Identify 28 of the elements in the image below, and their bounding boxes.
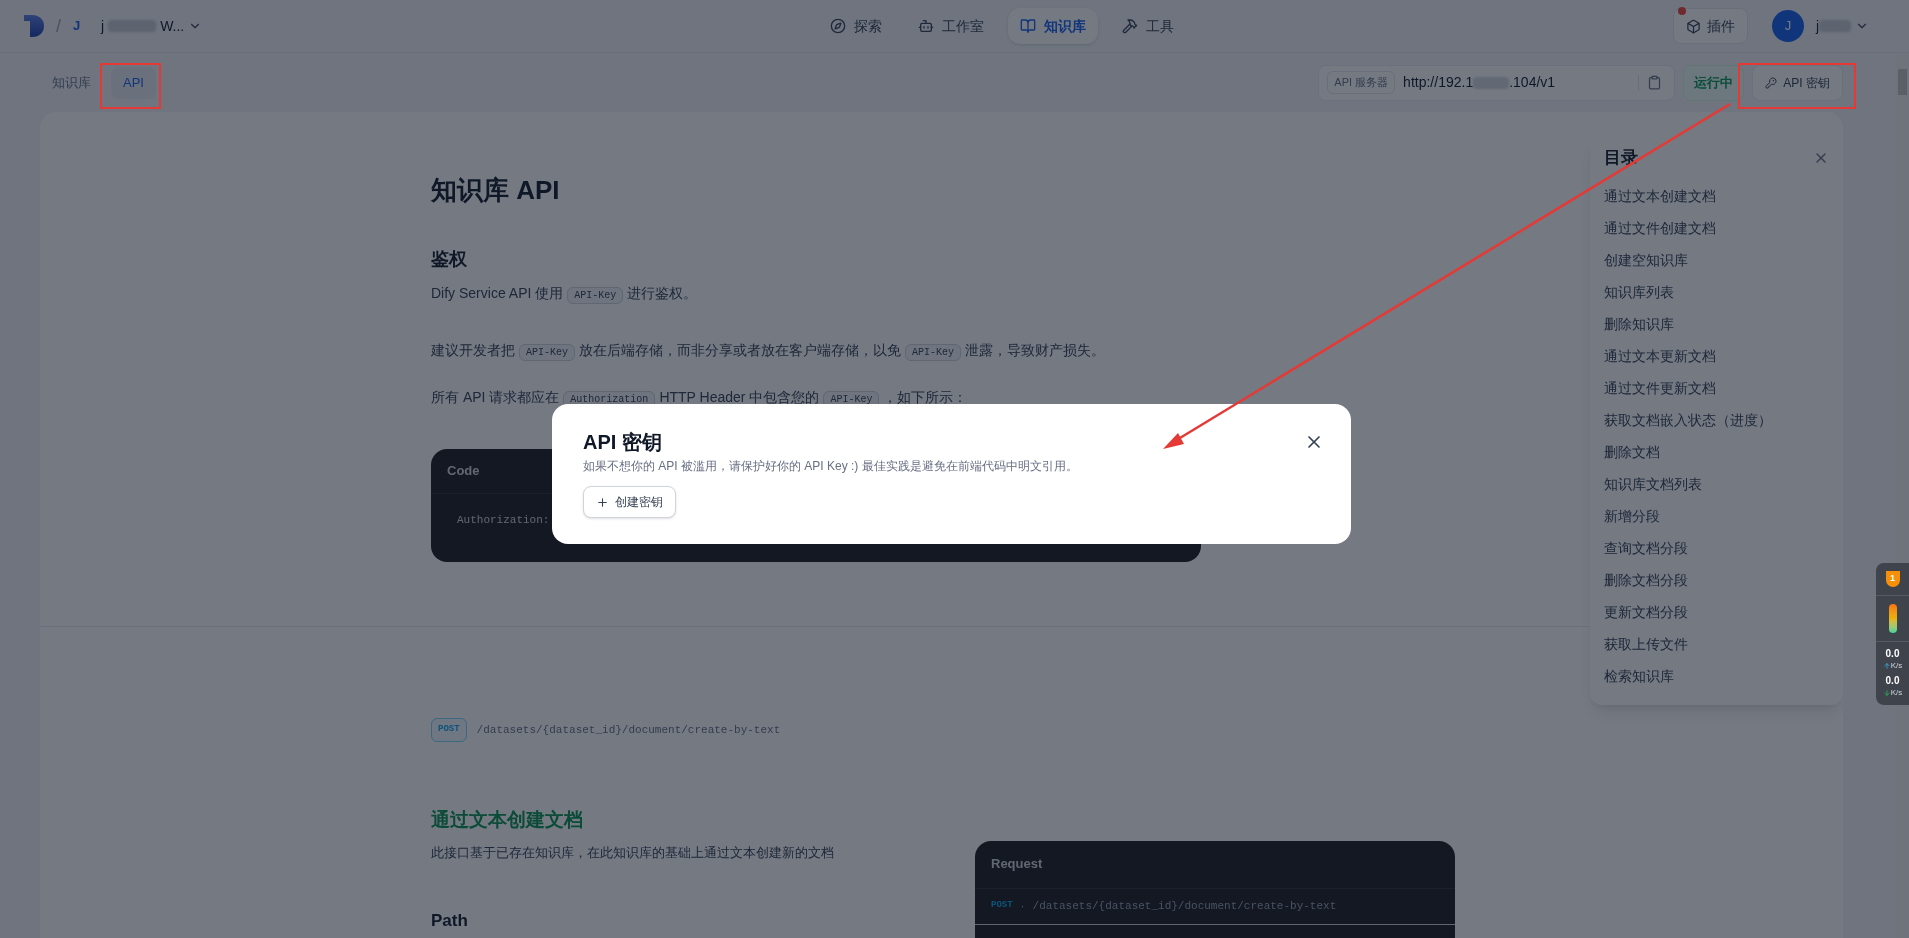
endpoint-heading: 通过文本创建文档 bbox=[431, 807, 584, 832]
status-badge: 运行中 bbox=[1683, 64, 1745, 101]
url-text: http://192.1 bbox=[1403, 73, 1474, 92]
page-title: 知识库 API bbox=[431, 174, 561, 207]
method-label: POST bbox=[991, 899, 1013, 913]
alert-badge: 1 bbox=[1885, 571, 1900, 587]
request-title: Request bbox=[991, 855, 1043, 874]
endpoint-path: /datasets/{dataset_id}/document/create-by-text bbox=[476, 722, 781, 738]
breadcrumb-separator: / bbox=[56, 15, 61, 38]
endpoint-description: 此接口基于已存在知识库，在此知识库的基础上通过文本创建新的文档 bbox=[431, 843, 835, 862]
toc-title: 目录 bbox=[1604, 147, 1638, 169]
code-title: Code bbox=[447, 462, 480, 481]
subheading: Path bbox=[431, 909, 469, 932]
method-badge: POST bbox=[431, 718, 467, 742]
section-heading: 鉴权 bbox=[431, 248, 468, 271]
speed-unit: K/s bbox=[1890, 660, 1903, 672]
dialog-title: API 密钥 bbox=[583, 430, 662, 455]
download-speed: 0.0 bbox=[1885, 675, 1900, 687]
paragraph: 建议开发者把 API-Key 放在后端存储，而非分享或者放在客户端存储，以免 API-Key 泄露，导致财产损失。 bbox=[431, 336, 1201, 367]
code-line: Authorization: bbox=[457, 513, 551, 528]
request-path: /datasets/{dataset_id}/document/create-by-text bbox=[1032, 898, 1337, 914]
workspace-avatar: J bbox=[73, 17, 82, 36]
url-text: .104/v1 bbox=[1509, 73, 1556, 92]
speed-unit: K/s bbox=[1890, 687, 1903, 699]
dialog-description: 如果不想你的 API 被滥用，请保护好你的 API Key :) 最佳实践是避免在前端代码中明文引用。 bbox=[583, 458, 1079, 475]
separator-dot: · bbox=[1020, 898, 1025, 915]
upload-speed: 0.0 bbox=[1885, 648, 1900, 660]
paragraph: Dify Service API 使用 API-Key 进行鉴权。 bbox=[431, 279, 1201, 310]
